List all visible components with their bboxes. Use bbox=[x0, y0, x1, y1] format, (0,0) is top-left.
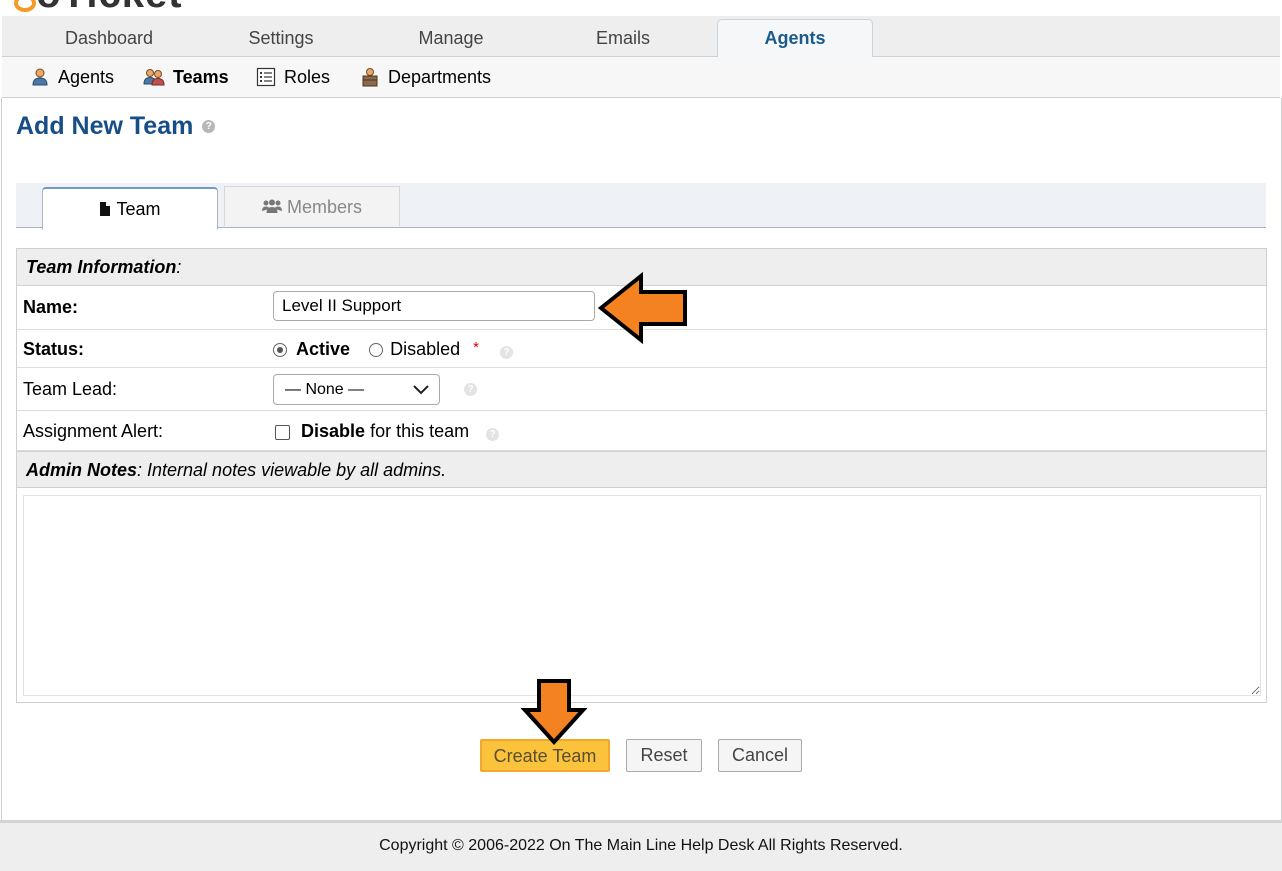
status-active-radio[interactable] bbox=[273, 343, 287, 358]
logo-text: oTicket bbox=[12, 0, 183, 16]
assignment-alert-option: Disable for this team ? bbox=[275, 421, 500, 442]
status-label: Status: bbox=[23, 339, 85, 359]
section-title: Admin Notes bbox=[26, 460, 138, 480]
annotation-arrow-left-icon bbox=[597, 272, 687, 344]
subnav-label: Agents bbox=[58, 67, 115, 87]
copyright-text: Copyright © 2006-2022 On The Main Line H… bbox=[379, 837, 903, 854]
document-icon bbox=[100, 202, 111, 216]
subnav-label: Departments bbox=[388, 67, 492, 87]
page-title-text: Add New Team bbox=[16, 112, 194, 140]
team-lead-label: Team Lead: bbox=[23, 379, 118, 399]
cancel-button[interactable]: Cancel bbox=[718, 739, 802, 772]
status-disabled-label: Disabled bbox=[390, 339, 461, 359]
sub-nav: Agents Teams Roles Departments bbox=[2, 57, 1280, 98]
row-assignment-alert: Assignment Alert: Disable for this team … bbox=[17, 411, 1266, 451]
users-icon bbox=[261, 199, 282, 213]
tab-team[interactable]: Team bbox=[42, 187, 218, 230]
subnav-label: Teams bbox=[173, 67, 229, 87]
tab-members[interactable]: Members bbox=[224, 186, 400, 226]
row-team-lead: Team Lead: — None — ? bbox=[17, 368, 1266, 411]
tab-label: Team bbox=[116, 199, 161, 219]
section-admin-notes: Admin Notes: Internal notes viewable by … bbox=[17, 451, 1266, 488]
footer: Copyright © 2006-2022 On The Main Line H… bbox=[0, 820, 1282, 871]
subnav-item-roles[interactable]: Roles bbox=[256, 57, 330, 97]
checkbox-rest-label: for this team bbox=[370, 421, 470, 441]
teams-icon bbox=[143, 69, 165, 86]
checkbox-bold-label: Disable bbox=[301, 421, 366, 441]
team-lead-selected: — None — bbox=[285, 381, 365, 398]
subnav-item-teams[interactable]: Teams bbox=[143, 57, 229, 97]
tab-emails[interactable]: Emails bbox=[546, 20, 700, 56]
status-options: Active Disabled * ? bbox=[273, 339, 513, 360]
name-label: Name: bbox=[23, 297, 79, 317]
help-icon[interactable]: ? bbox=[202, 120, 216, 133]
tab-manage[interactable]: Manage bbox=[374, 20, 528, 56]
annotation-arrow-down-icon bbox=[521, 679, 587, 745]
assignment-alert-label: Assignment Alert: bbox=[23, 421, 164, 441]
team-lead-select[interactable]: — None — bbox=[273, 374, 440, 405]
departments-icon bbox=[362, 68, 378, 87]
subnav-item-departments[interactable]: Departments bbox=[360, 57, 491, 97]
tab-dashboard[interactable]: Dashboard bbox=[32, 20, 186, 56]
disable-alert-checkbox[interactable] bbox=[275, 424, 290, 440]
reset-button[interactable]: Reset bbox=[626, 739, 702, 772]
name-input[interactable] bbox=[273, 291, 595, 321]
form-tabs: Team Members bbox=[16, 183, 1266, 230]
logo: oTicket bbox=[0, 0, 1282, 16]
required-mark: * bbox=[473, 339, 479, 356]
team-lead-help-icon[interactable]: ? bbox=[464, 383, 477, 396]
tab-label: Members bbox=[286, 197, 362, 217]
section-title: Team Information bbox=[26, 257, 177, 277]
roles-icon bbox=[256, 67, 276, 87]
tab-settings[interactable]: Settings bbox=[204, 20, 358, 56]
subnav-item-agents[interactable]: Agents bbox=[30, 57, 114, 97]
status-help-icon[interactable]: ? bbox=[500, 346, 513, 359]
tab-agents[interactable]: Agents bbox=[717, 19, 873, 58]
status-active-label: Active bbox=[296, 339, 351, 359]
assignment-alert-help-icon[interactable]: ? bbox=[486, 428, 500, 441]
chevron-down-icon bbox=[413, 385, 429, 395]
admin-notes-textarea[interactable] bbox=[23, 495, 1261, 696]
page-title: Add New Team ? bbox=[16, 112, 216, 141]
agent-icon bbox=[32, 68, 48, 86]
subnav-label: Roles bbox=[284, 67, 331, 87]
section-suffix: : bbox=[176, 257, 182, 277]
section-subtitle: : Internal notes viewable by all admins. bbox=[137, 460, 447, 480]
status-disabled-radio[interactable] bbox=[369, 343, 384, 358]
main-nav: Dashboard Settings Manage Emails Agents bbox=[2, 16, 1280, 58]
